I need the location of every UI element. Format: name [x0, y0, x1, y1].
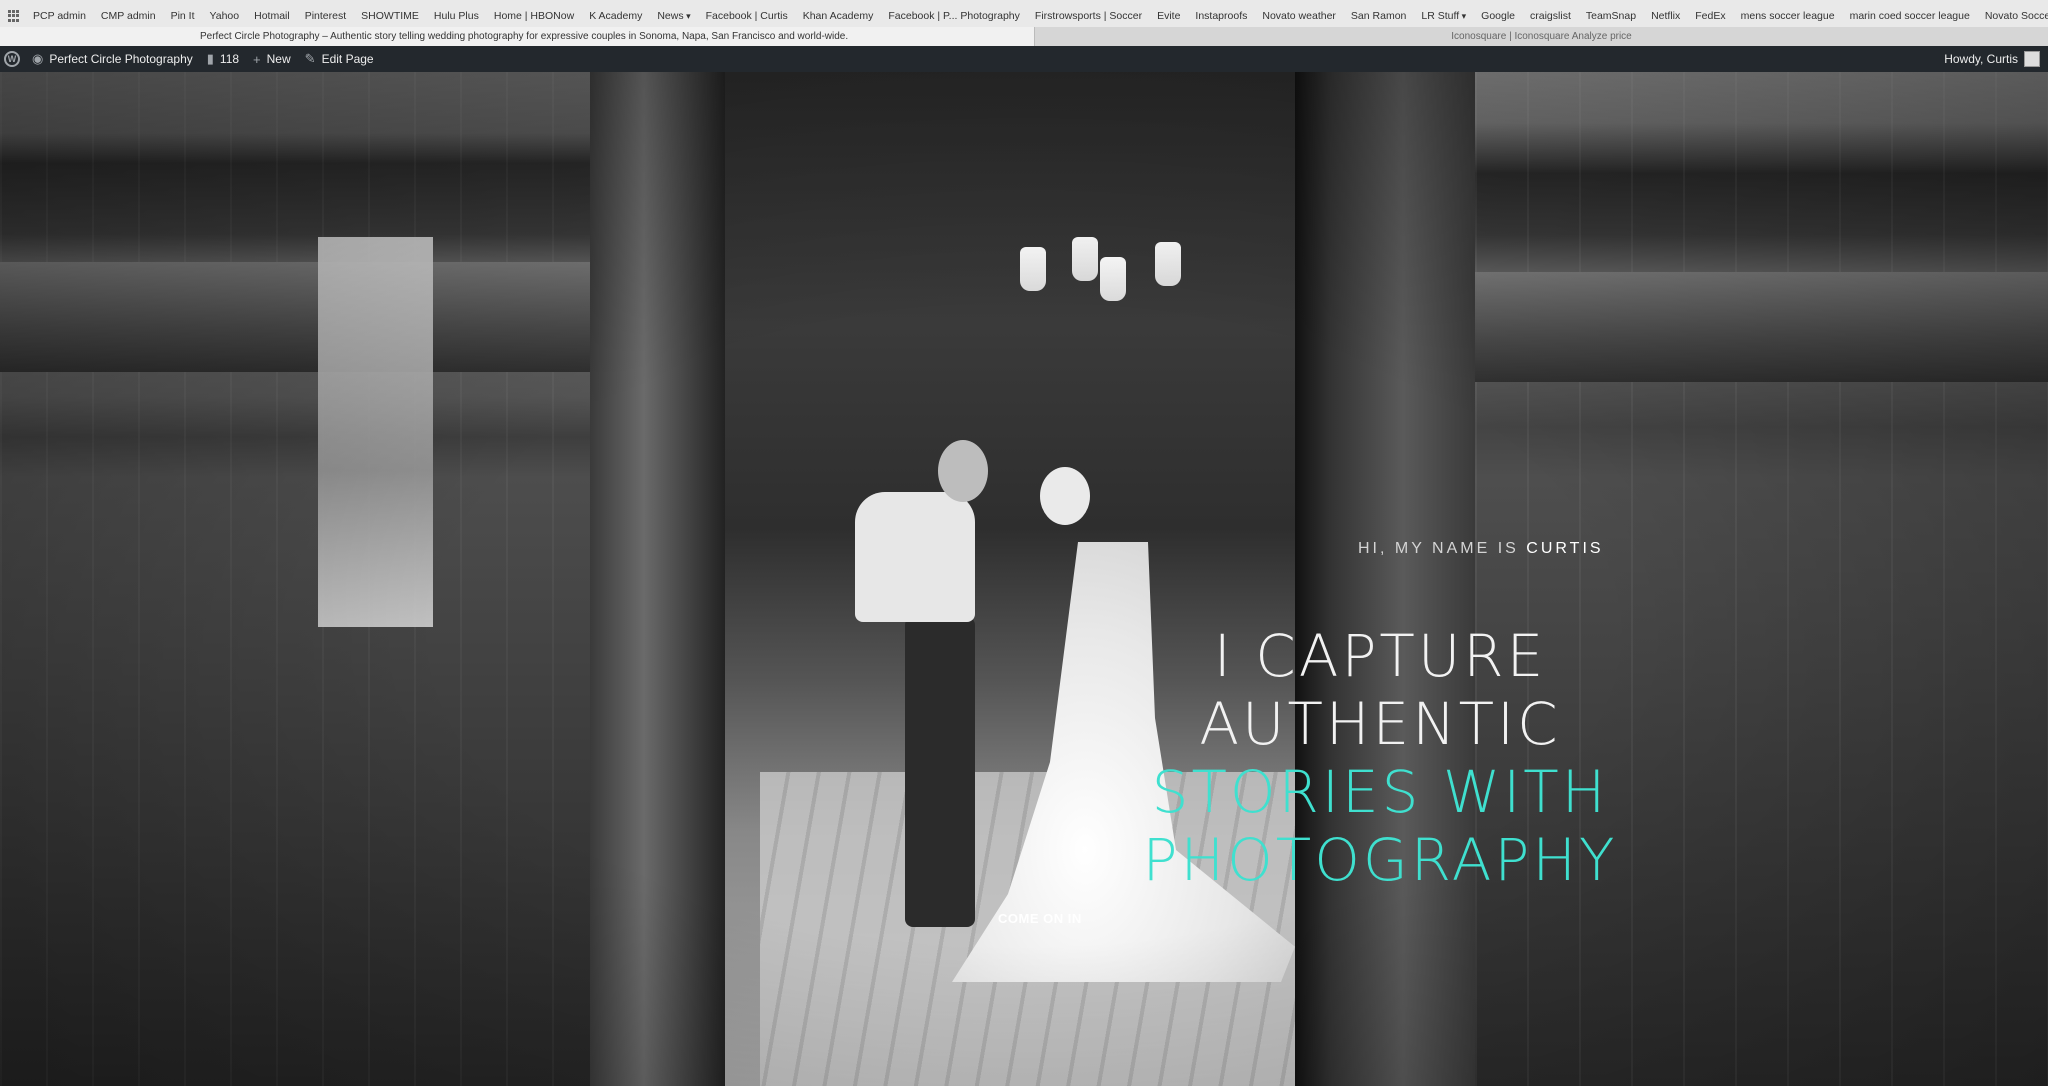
new-content-link[interactable]: + New [253, 52, 291, 67]
edit-page-link[interactable]: ✎ Edit Page [305, 51, 374, 67]
avatar [2024, 51, 2040, 67]
dashboard-icon: ◉ [32, 51, 44, 66]
tab-active-title: Perfect Circle Photography – Authentic s… [200, 31, 849, 42]
hero-wall-right [1475, 72, 2048, 1086]
hero-section: HI, MY NAME IS CURTIS I CAPTURE AUTHENTI… [0, 72, 2048, 1086]
wp-admin-bar: W ◉ Perfect Circle Photography ▮ 118 + N… [0, 46, 2048, 72]
hero-frieze-right [1475, 272, 2048, 382]
bookmark-item[interactable]: Facebook | Curtis [706, 10, 788, 22]
bookmark-item[interactable]: Pin It [171, 10, 195, 22]
comment-bubble-icon: ▮ [206, 51, 214, 66]
bookmark-item[interactable]: Firstrowsports | Soccer [1035, 10, 1142, 22]
greeting-prefix: HI, MY NAME IS [1358, 540, 1519, 557]
bookmark-item[interactable]: Netflix [1651, 10, 1680, 22]
howdy-label: Howdy, Curtis [1944, 52, 2018, 66]
site-name-label: Perfect Circle Photography [49, 52, 193, 66]
edit-page-label: Edit Page [321, 52, 374, 66]
bookmark-item[interactable]: FedEx [1695, 10, 1725, 22]
hero-headline: I CAPTURE AUTHENTIC STORIES WITH PHOTOGR… [1090, 622, 1670, 894]
new-label: New [266, 52, 291, 66]
bookmark-item[interactable]: Khan Academy [803, 10, 874, 22]
apps-grid-icon[interactable] [8, 10, 19, 22]
bookmark-item[interactable]: News [657, 10, 690, 22]
bookmark-item[interactable]: Instaproofs [1195, 10, 1247, 22]
groom-figure-legs [905, 617, 975, 927]
bookmark-item[interactable]: Hulu Plus [434, 10, 479, 22]
greeting-text: HI, MY NAME IS CURTIS [1358, 540, 1604, 558]
tab-inactive[interactable]: Iconosquare | Iconosquare Analyze price [1035, 27, 2048, 46]
bookmark-item[interactable]: Hotmail [254, 10, 290, 22]
tab-strip: Perfect Circle Photography – Authentic s… [0, 27, 2048, 46]
bookmark-list: PCP admin CMP admin Pin It Yahoo Hotmail Pint… [33, 10, 2048, 22]
bookmark-item[interactable]: PCP admin [33, 10, 86, 22]
tab-active[interactable]: Perfect Circle Photography – Authentic s… [0, 27, 1035, 46]
hero-frieze-left [0, 262, 600, 372]
hero-window [318, 237, 433, 627]
bookmark-item[interactable]: CMP admin [101, 10, 156, 22]
groom-figure-head [938, 440, 988, 502]
bookmark-item[interactable]: marin coed soccer league [1850, 10, 1970, 22]
comments-count: 118 [219, 52, 240, 66]
headline-line-4: PHOTOGRAPHY [1142, 826, 1618, 894]
bookmark-item[interactable]: Home | HBONow [494, 10, 574, 22]
site-name-link[interactable]: ◉ Perfect Circle Photography [32, 51, 193, 67]
bookmark-item[interactable]: San Ramon [1351, 10, 1406, 22]
greeting-name: CURTIS [1526, 540, 1604, 557]
bookmark-item[interactable]: Novato weather [1262, 10, 1336, 22]
bride-figure-head [1040, 467, 1090, 525]
bookmark-item[interactable]: Facebook | P... Photography [888, 10, 1020, 22]
headline-line-1: I CAPTURE [1213, 622, 1547, 690]
bookmark-item[interactable]: Evite [1157, 10, 1180, 22]
wordpress-logo-icon[interactable]: W [4, 51, 20, 67]
bookmark-item[interactable]: Yahoo [210, 10, 240, 22]
headline-line-2: AUTHENTIC [1199, 690, 1561, 758]
headline-line-3: STORIES WITH [1151, 758, 1609, 826]
hero-doorframe-left [590, 72, 725, 1086]
chandelier [1020, 167, 1190, 307]
bookmark-item[interactable]: Pinterest [305, 10, 346, 22]
bookmark-item[interactable]: craigslist [1530, 10, 1571, 22]
bookmark-item[interactable]: Google [1481, 10, 1515, 22]
come-on-in-link[interactable]: COME ON IN [998, 911, 1082, 926]
bookmark-item[interactable]: Novato Soccer [1985, 10, 2048, 22]
bookmark-item[interactable]: mens soccer league [1741, 10, 1835, 22]
tab-inactive-title: Iconosquare | Iconosquare Analyze price [1451, 31, 1632, 42]
plus-icon: + [253, 51, 261, 67]
pencil-icon: ✎ [304, 51, 316, 66]
comments-link[interactable]: ▮ 118 [207, 51, 239, 67]
bookmark-item[interactable]: SHOWTIME [361, 10, 419, 22]
groom-figure-shirt [855, 492, 975, 622]
account-menu[interactable]: Howdy, Curtis [1944, 51, 2040, 67]
bookmark-item[interactable]: LR Stuff [1421, 10, 1466, 22]
hero-doorframe-right [1295, 72, 1475, 1086]
bookmark-item[interactable]: K Academy [589, 10, 642, 22]
bookmark-item[interactable]: TeamSnap [1586, 10, 1636, 22]
